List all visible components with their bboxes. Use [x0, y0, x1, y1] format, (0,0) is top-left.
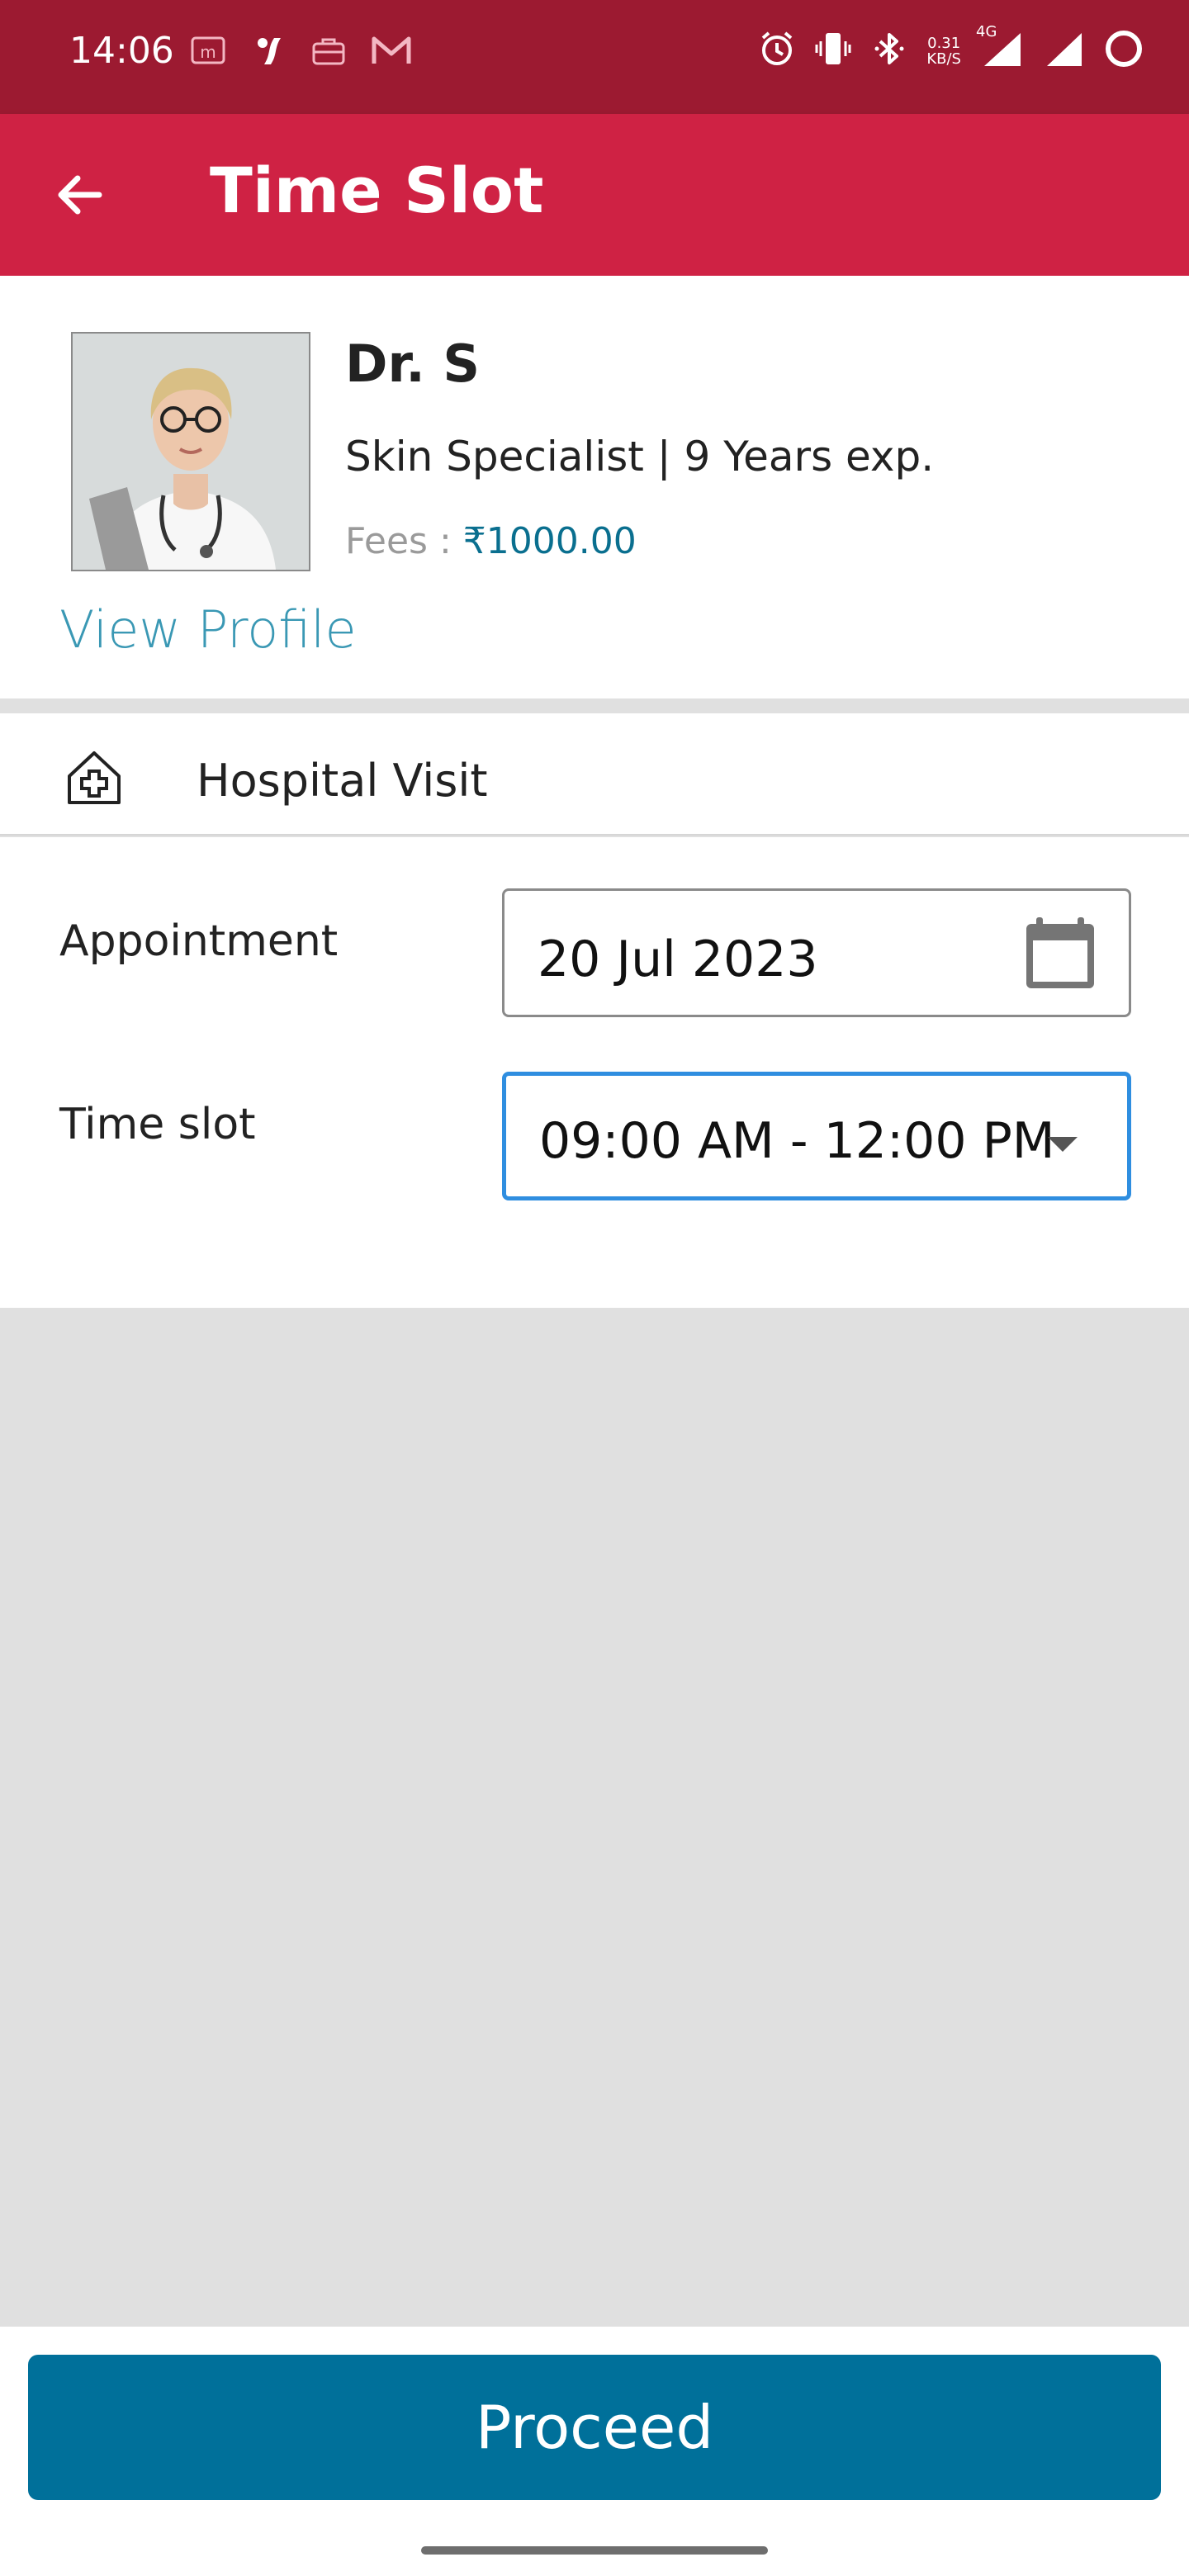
- battery-ring-icon: [1103, 28, 1144, 73]
- dropdown-arrow-icon: [1046, 1135, 1079, 1158]
- view-profile-link[interactable]: View Profile: [59, 599, 357, 660]
- signal-icon: 4G: [976, 23, 1026, 72]
- appointment-label: Appointment: [59, 916, 339, 966]
- doctor-fees: Fees : ₹1000.00: [345, 520, 637, 562]
- doctor-card: Dr. S Skin Specialist | 9 Years exp. Fee…: [0, 276, 1189, 698]
- bluetooth-icon: [870, 30, 908, 72]
- hospital-icon: [63, 746, 126, 813]
- network-speed: 0.31 KB/S: [926, 34, 961, 68]
- briefcase-icon: [310, 34, 347, 71]
- time-slot-dropdown[interactable]: 09:00 AM - 12:00 PM: [502, 1072, 1131, 1200]
- app-bar: Time Slot: [0, 114, 1189, 276]
- vibrate-icon: [814, 30, 852, 72]
- m-icon: m: [190, 34, 226, 71]
- stylized-app-icon: [249, 31, 287, 73]
- signal-icon: [1044, 30, 1085, 72]
- home-indicator[interactable]: [421, 2546, 768, 2555]
- status-bar: 14:06 m 0.31 KB/S 4G: [0, 0, 1189, 114]
- back-button[interactable]: [46, 162, 112, 228]
- svg-text:m: m: [200, 42, 216, 62]
- gmail-icon: [370, 34, 413, 71]
- bottom-action-bar: Proceed: [0, 2327, 1189, 2576]
- fees-value: ₹1000.00: [462, 520, 637, 562]
- appointment-form: Appointment 20 Jul 2023 Time slot 09:00 …: [0, 837, 1189, 1308]
- doctor-name: Dr. S: [345, 334, 480, 394]
- visit-type-label: Hospital Visit: [197, 755, 488, 807]
- notification-icons: m: [190, 31, 413, 73]
- system-icons: 0.31 KB/S 4G: [758, 23, 1144, 73]
- arrow-left-icon: [58, 175, 102, 215]
- page-title: Time Slot: [210, 154, 544, 227]
- calendar-icon[interactable]: [1021, 916, 1099, 997]
- visit-type-row[interactable]: Hospital Visit: [0, 713, 1189, 836]
- appointment-date-field[interactable]: 20 Jul 2023: [502, 888, 1131, 1017]
- fees-label: Fees :: [345, 520, 452, 562]
- status-time: 14:06: [69, 30, 174, 72]
- time-slot-value: 09:00 AM - 12:00 PM: [539, 1112, 1055, 1170]
- alarm-icon: [758, 30, 796, 72]
- doctor-specialty: Skin Specialist | 9 Years exp.: [345, 433, 935, 481]
- time-slot-label: Time slot: [59, 1100, 256, 1149]
- doctor-photo: [71, 332, 310, 571]
- proceed-button[interactable]: Proceed: [28, 2355, 1161, 2500]
- appointment-date-value: 20 Jul 2023: [538, 930, 818, 988]
